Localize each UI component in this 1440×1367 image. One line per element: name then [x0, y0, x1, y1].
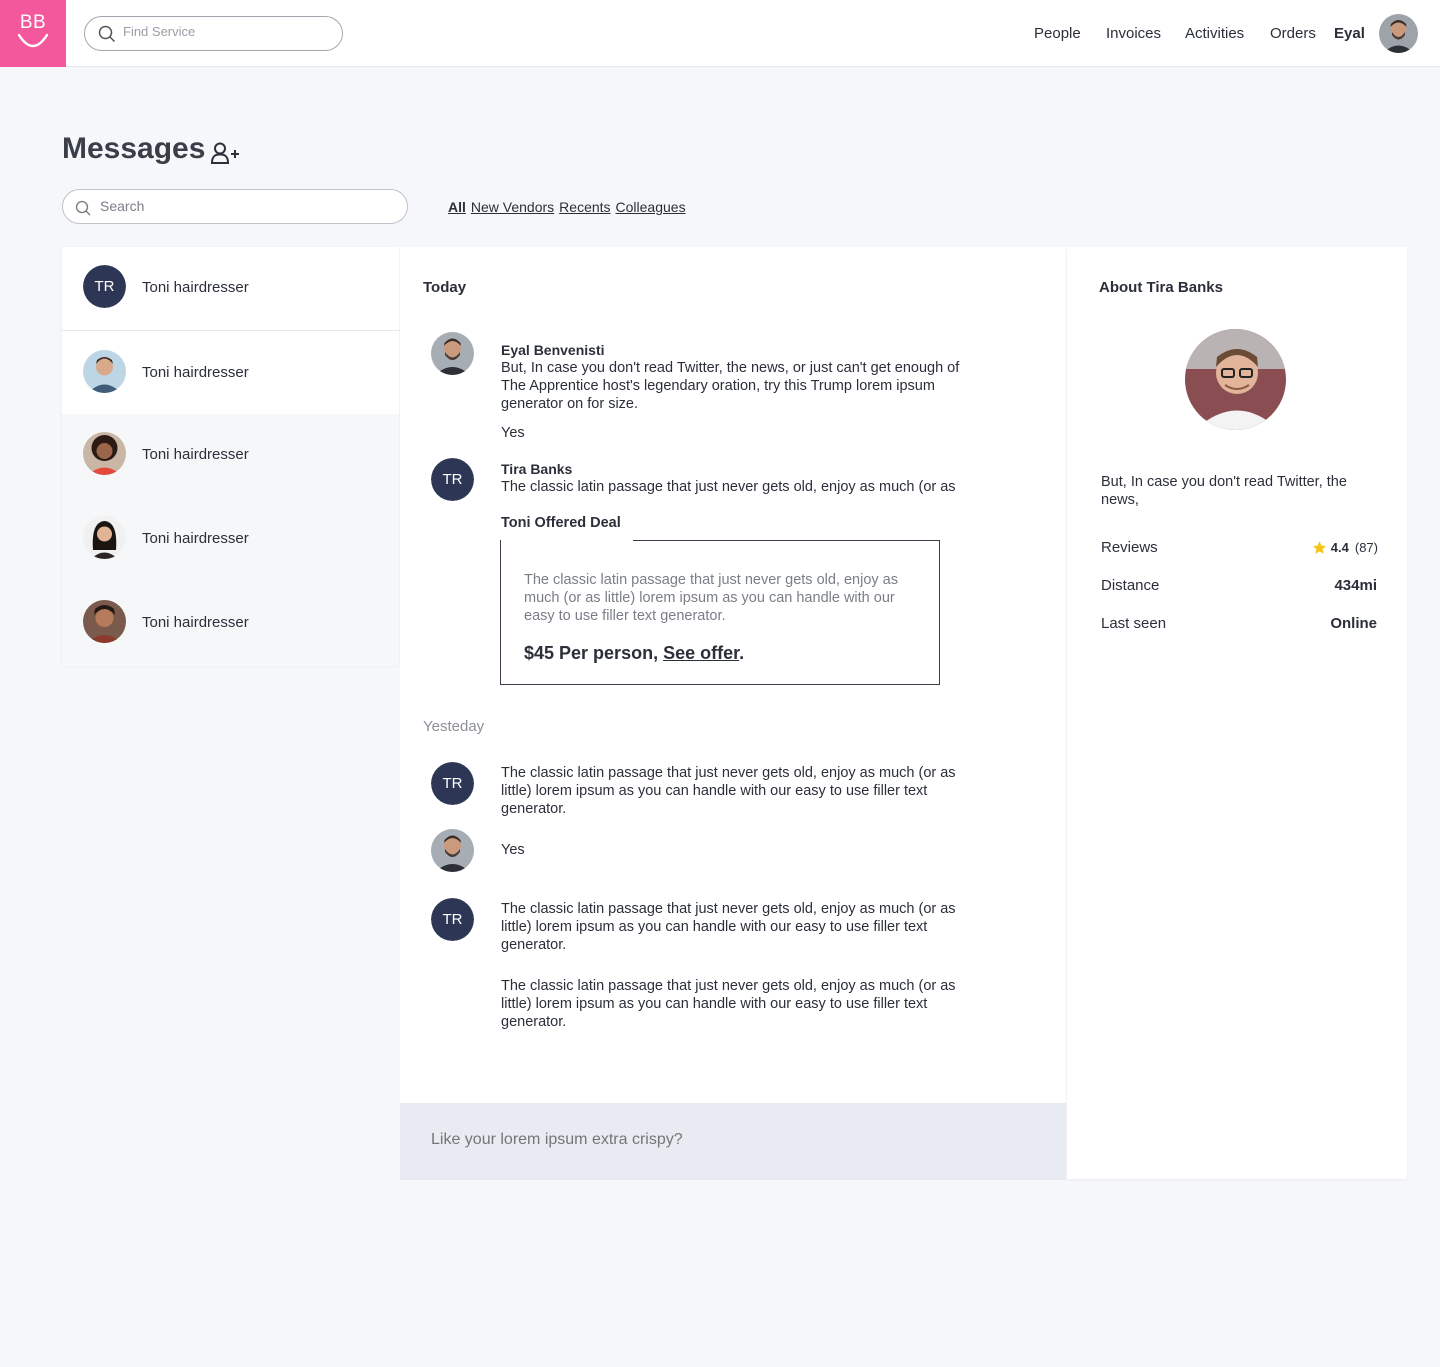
- contact-name: Toni hairdresser: [142, 530, 249, 547]
- last-seen-label: Last seen: [1101, 615, 1167, 632]
- contact-item[interactable]: Toni hairdresser: [62, 498, 399, 582]
- profile-photo: [1185, 329, 1286, 430]
- search-icon: [75, 200, 91, 216]
- find-service-field[interactable]: [84, 16, 343, 51]
- filter-new-vendors[interactable]: New Vendors: [471, 199, 554, 215]
- about-bio: But, In case you don't read Twitter, the…: [1101, 474, 1347, 508]
- deal-description: The classic latin passage that just neve…: [524, 572, 898, 624]
- contact-name: Toni hairdresser: [142, 446, 249, 463]
- message-text: Yes: [501, 842, 525, 858]
- avatar: [83, 432, 126, 475]
- user-name[interactable]: Eyal: [1334, 25, 1365, 42]
- contact-name: Toni hairdresser: [142, 279, 249, 296]
- deal-card: The classic latin passage that just neve…: [500, 540, 940, 685]
- avatar: [431, 332, 474, 375]
- page-title: Messages: [62, 132, 206, 165]
- reviews-label: Reviews: [1101, 539, 1158, 556]
- find-service-input[interactable]: [123, 24, 323, 39]
- star-icon: [1312, 541, 1326, 554]
- filter-tabs: All New Vendors Recents Colleagues: [448, 199, 691, 215]
- avatar: [83, 516, 126, 559]
- message-sender: Eyal Benvenisti: [501, 342, 605, 358]
- logo-text: BB: [19, 12, 47, 33]
- avatar: TR: [83, 265, 126, 308]
- nav-people[interactable]: People: [1034, 25, 1081, 42]
- nav-invoices[interactable]: Invoices: [1106, 25, 1161, 42]
- rating: 4.4: [1330, 540, 1349, 555]
- last-seen-value: Online: [1330, 615, 1377, 632]
- search-icon: [98, 25, 116, 43]
- deal-price: $45 Per person, See offer.: [524, 643, 745, 663]
- avatar: TR: [431, 898, 474, 941]
- distance-value: 434mi: [1334, 577, 1377, 594]
- message-sender: Tira Banks: [501, 461, 573, 477]
- message-search-field[interactable]: [62, 189, 408, 224]
- avatar: TR: [431, 458, 474, 501]
- avatar: [83, 600, 126, 643]
- message-text: The classic latin passage that just neve…: [501, 978, 956, 1030]
- smile-icon: [17, 33, 49, 48]
- filter-recents[interactable]: Recents: [559, 199, 610, 215]
- message-search-input[interactable]: [100, 198, 390, 214]
- contact-name: Toni hairdresser: [142, 364, 249, 381]
- contact-item[interactable]: Toni hairdresser: [62, 332, 399, 416]
- contact-list: TR Toni hairdresser Toni hairdresser Ton…: [62, 247, 399, 666]
- see-offer-link[interactable]: See offer: [663, 643, 739, 663]
- avatar: [431, 829, 474, 872]
- avatar: TR: [431, 762, 474, 805]
- add-contact-icon[interactable]: [210, 141, 240, 167]
- filter-colleagues[interactable]: Colleagues: [616, 199, 686, 215]
- message-text: The classic latin passage that just neve…: [501, 765, 956, 817]
- contact-item[interactable]: Toni hairdresser: [62, 414, 399, 498]
- message-text: But, In case you don't read Twitter, the…: [501, 360, 960, 412]
- contact-item[interactable]: Toni hairdresser: [62, 582, 399, 666]
- distance-label: Distance: [1101, 577, 1160, 594]
- message-composer[interactable]: [400, 1103, 1066, 1180]
- conversation-panel: Today Eyal Benvenisti But, In case you d…: [400, 247, 1066, 1103]
- message-text: The classic latin passage that just neve…: [501, 901, 956, 953]
- reviews-value: 4.4 (87): [1312, 540, 1378, 555]
- nav-orders[interactable]: Orders: [1270, 25, 1316, 42]
- contact-name: Toni hairdresser: [142, 614, 249, 631]
- top-bar: BB People Invoices Activities Orders Eya…: [0, 0, 1440, 67]
- message-text: The classic latin passage that just neve…: [501, 479, 956, 495]
- about-title: About Tira Banks: [1099, 279, 1223, 296]
- deal-title: Toni Offered Deal: [501, 515, 621, 531]
- filter-all[interactable]: All: [448, 199, 466, 215]
- day-label-yesterday: Yesteday: [423, 718, 485, 735]
- about-panel: About Tira Banks But, In case you don't …: [1067, 247, 1407, 1179]
- nav-activities[interactable]: Activities: [1185, 25, 1244, 42]
- avatar: [83, 350, 126, 393]
- review-count: (87): [1354, 540, 1378, 555]
- contact-item[interactable]: TR Toni hairdresser: [62, 247, 399, 331]
- day-label-today: Today: [423, 279, 467, 296]
- user-avatar[interactable]: [1379, 14, 1418, 53]
- logo[interactable]: BB: [0, 0, 66, 67]
- message-text: Yes: [501, 425, 525, 441]
- message-input[interactable]: [431, 1131, 1031, 1149]
